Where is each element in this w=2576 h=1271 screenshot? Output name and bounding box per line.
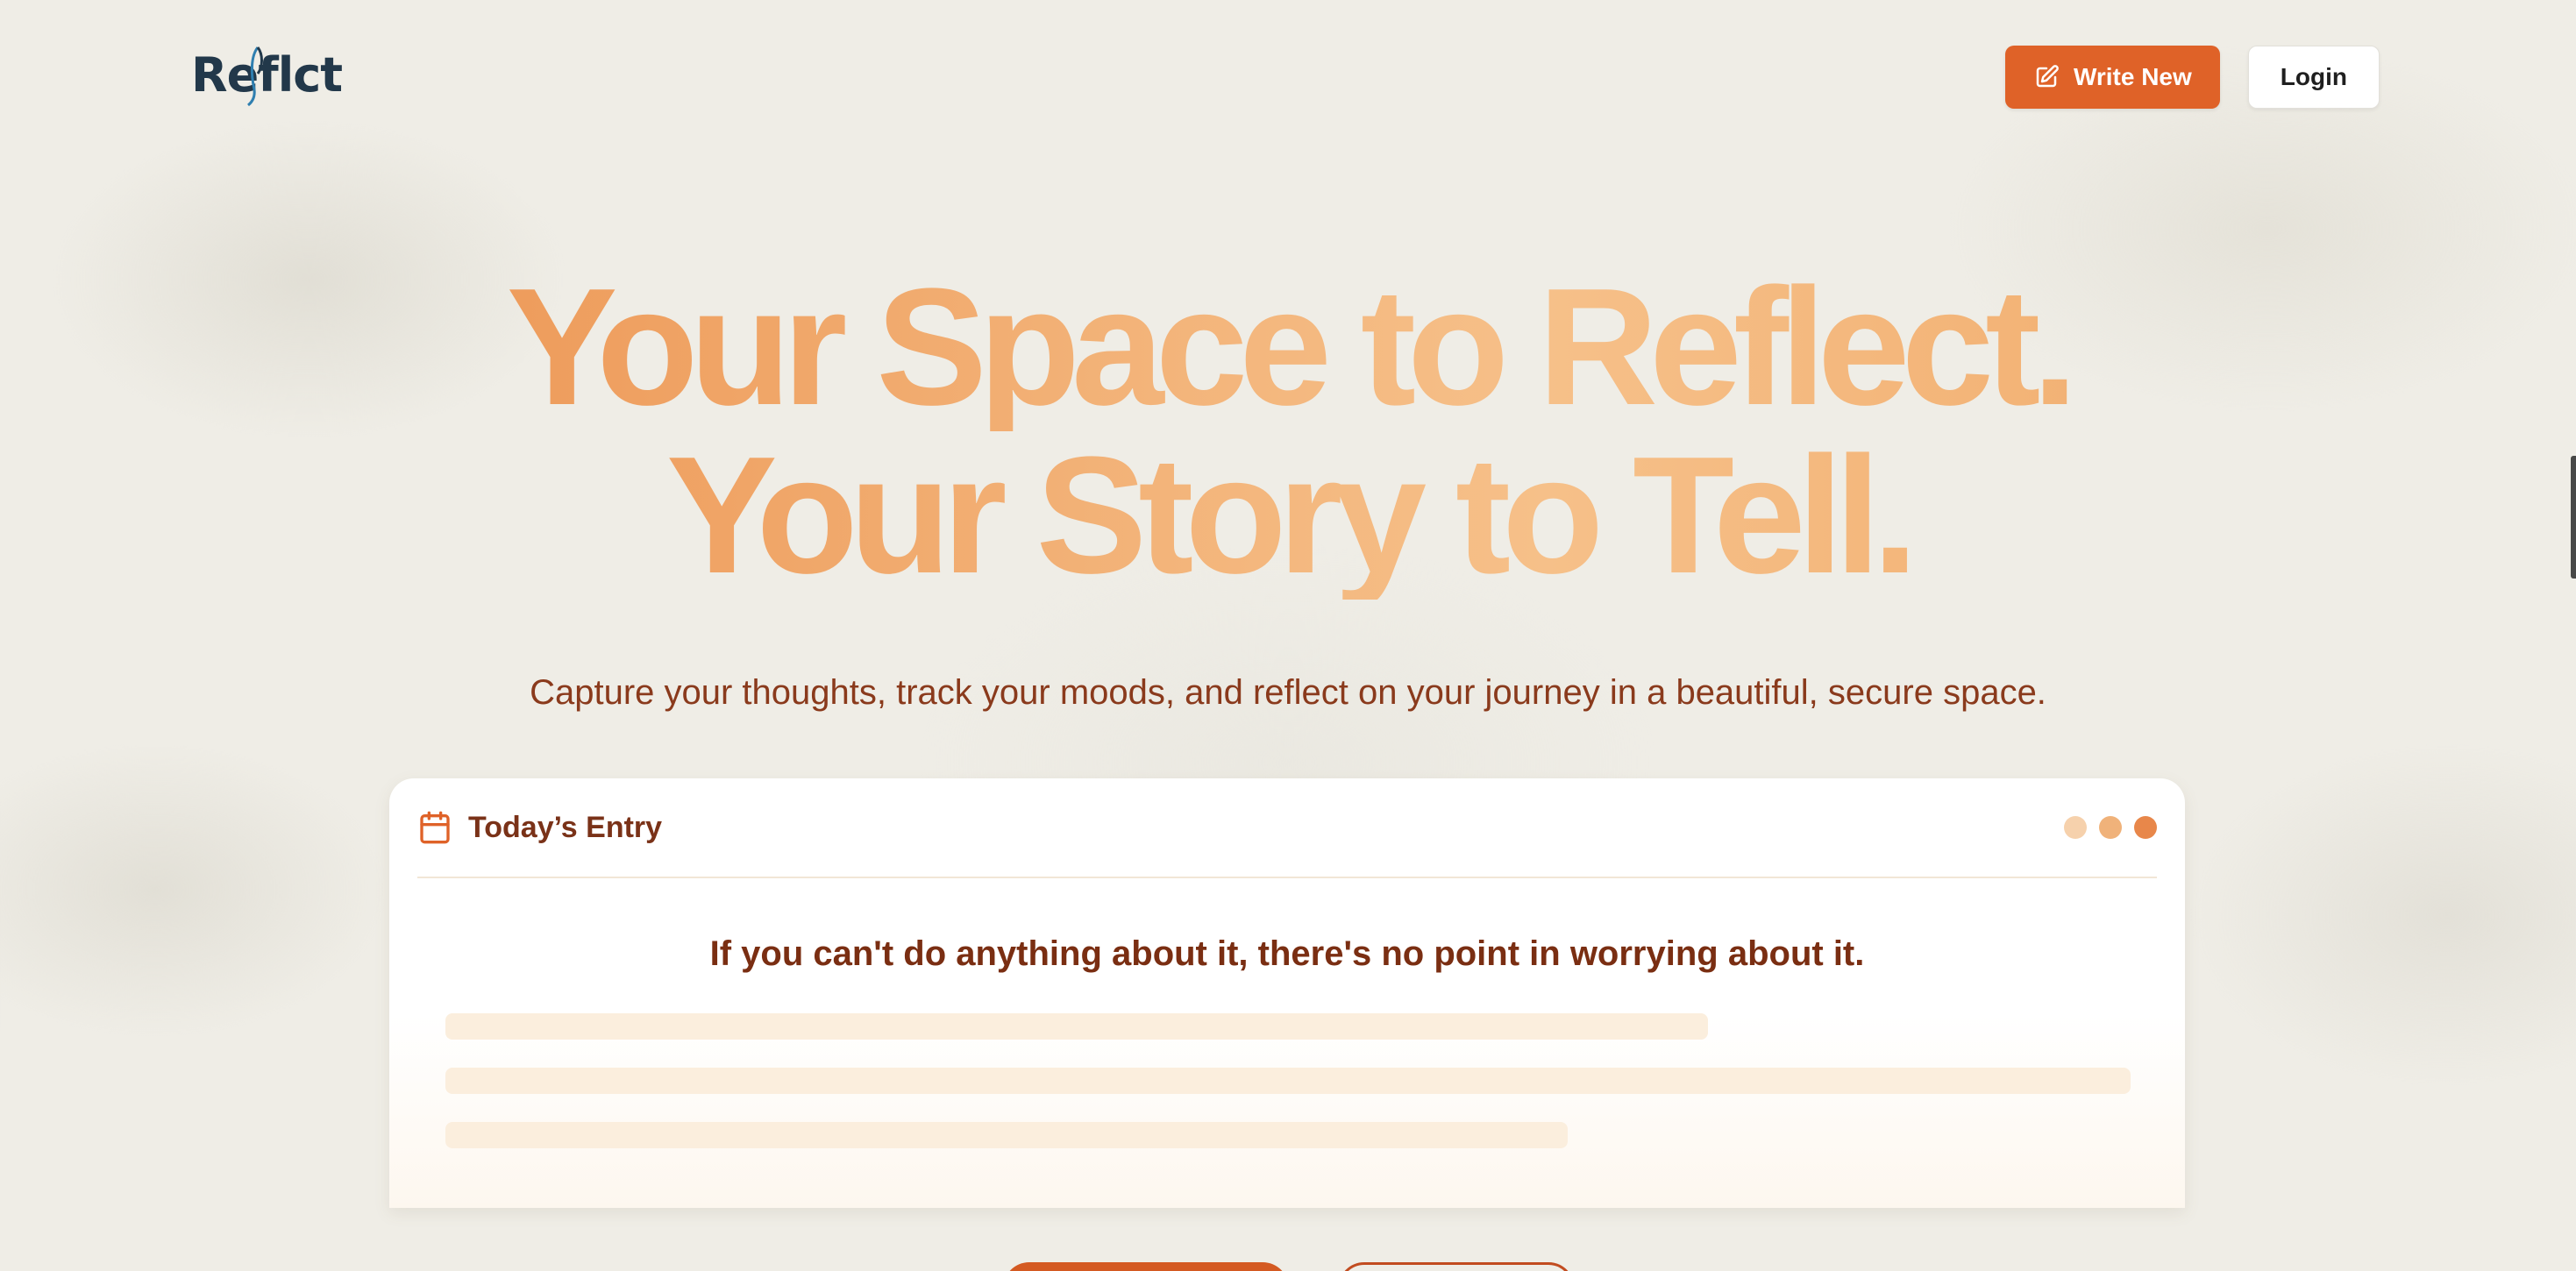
scrollbar-edge[interactable]	[2571, 456, 2576, 579]
window-dots	[2064, 816, 2157, 839]
logo-text: Reflct	[191, 46, 343, 103]
placeholder-text-line	[445, 1068, 2131, 1094]
logo-text-end: lct	[277, 46, 343, 103]
cta-primary-button-partial[interactable]	[1003, 1262, 1289, 1271]
header-actions: Write New Login	[2004, 46, 2380, 109]
todays-entry-card: Today’s Entry If you can't do anything a…	[389, 778, 2185, 1208]
placeholder-text-line	[445, 1013, 1708, 1040]
hero-title-line-1: Your Space to Reflect.	[0, 263, 2576, 431]
entry-card-header: Today’s Entry	[417, 778, 2157, 878]
hero-title-line-2: Your Story to Tell.	[0, 431, 2576, 600]
placeholder-text-line	[445, 1122, 1568, 1148]
dot-light	[2064, 816, 2087, 839]
entry-card-title: Today’s Entry	[468, 810, 663, 844]
brand-logo[interactable]: Reflct	[191, 35, 343, 114]
write-new-button[interactable]: Write New	[2004, 46, 2220, 109]
hero-title: Your Space to Reflect. Your Story to Tel…	[0, 263, 2576, 600]
cta-secondary-button-partial[interactable]	[1338, 1262, 1575, 1271]
dot-medium	[2099, 816, 2122, 839]
write-new-label: Write New	[2073, 63, 2192, 90]
hero-subtitle: Capture your thoughts, track your moods,…	[530, 673, 2046, 712]
login-button[interactable]: Login	[2247, 46, 2380, 109]
dot-dark	[2134, 816, 2157, 839]
entry-quote: If you can't do anything about it, there…	[709, 934, 1865, 973]
calendar-icon	[417, 810, 452, 845]
pencil-square-icon	[2036, 65, 2059, 88]
quill-icon	[247, 46, 263, 107]
